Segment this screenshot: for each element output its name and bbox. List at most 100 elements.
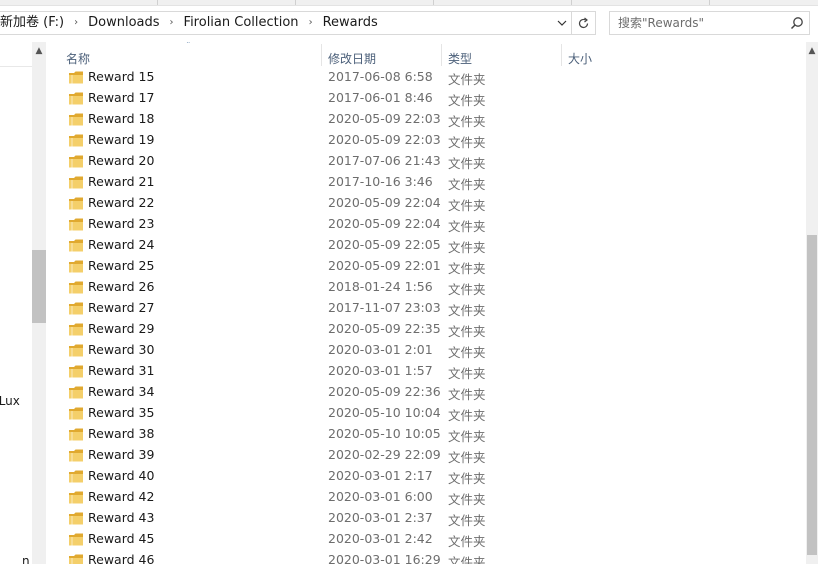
file-row[interactable]: Reward 22 2020-05-09 22:04 文件夹 xyxy=(46,193,806,214)
file-type: 文件夹 xyxy=(448,345,486,360)
navigation-scrollbar[interactable]: ▲ xyxy=(32,42,46,564)
file-type: 文件夹 xyxy=(448,450,486,465)
file-name: Reward 43 xyxy=(88,510,155,525)
search-icon[interactable] xyxy=(790,16,804,30)
file-name: Reward 46 xyxy=(88,552,155,564)
folder-icon xyxy=(69,449,83,462)
nav-item-lux[interactable]: tLux xyxy=(0,394,20,408)
file-row[interactable]: Reward 17 2017-06-01 8:46 文件夹 xyxy=(46,88,806,109)
file-row[interactable]: Reward 38 2020-05-10 10:05 文件夹 xyxy=(46,424,806,445)
column-divider[interactable] xyxy=(321,44,322,66)
file-name: Reward 19 xyxy=(88,132,155,147)
folder-icon xyxy=(69,197,83,210)
file-row[interactable]: Reward 27 2017-11-07 23:03 文件夹 xyxy=(46,298,806,319)
column-header-name[interactable]: 名称 xyxy=(66,50,90,67)
file-row[interactable]: Reward 35 2020-05-10 10:04 文件夹 xyxy=(46,403,806,424)
breadcrumb-rewards[interactable]: Rewards xyxy=(319,12,382,34)
folder-icon xyxy=(69,491,83,504)
file-row[interactable]: Reward 21 2017-10-16 3:46 文件夹 xyxy=(46,172,806,193)
nav-item-bottom[interactable]: n xyxy=(22,554,30,564)
file-type: 文件夹 xyxy=(448,492,486,507)
scrollbar-thumb[interactable] xyxy=(807,235,817,555)
folder-icon xyxy=(69,281,83,294)
nav-item-partial[interactable] xyxy=(0,56,32,67)
file-row[interactable]: Reward 34 2020-05-09 22:36 文件夹 xyxy=(46,382,806,403)
folder-icon xyxy=(69,71,83,84)
file-row[interactable]: Reward 40 2020-03-01 2:17 文件夹 xyxy=(46,466,806,487)
file-row[interactable]: Reward 25 2020-05-09 22:01 文件夹 xyxy=(46,256,806,277)
file-type: 文件夹 xyxy=(448,198,486,213)
search-box[interactable] xyxy=(609,11,810,35)
scroll-up-arrow-icon[interactable]: ▲ xyxy=(807,46,817,56)
tab-separator xyxy=(295,0,296,5)
column-header-size[interactable]: 大小 xyxy=(568,50,592,67)
folder-icon xyxy=(69,554,83,564)
column-header-date[interactable]: 修改日期 xyxy=(328,50,376,67)
chevron-right-icon[interactable]: › xyxy=(164,12,180,34)
file-name: Reward 31 xyxy=(88,363,155,378)
file-row[interactable]: Reward 31 2020-03-01 1:57 文件夹 xyxy=(46,361,806,382)
file-row[interactable]: Reward 24 2020-05-09 22:05 文件夹 xyxy=(46,235,806,256)
address-bar[interactable]: 新加卷 (F:) › Downloads › Firolian Collecti… xyxy=(0,11,572,35)
file-modified-date: 2020-03-01 2:01 xyxy=(328,342,433,357)
file-row[interactable]: Reward 46 2020-03-01 16:29 文件夹 xyxy=(46,550,806,564)
column-divider[interactable] xyxy=(561,44,562,66)
file-type: 文件夹 xyxy=(448,324,486,339)
file-name: Reward 39 xyxy=(88,447,155,462)
chevron-right-icon[interactable]: › xyxy=(303,12,319,34)
file-name: Reward 26 xyxy=(88,279,155,294)
file-row[interactable]: Reward 39 2020-02-29 22:09 文件夹 xyxy=(46,445,806,466)
file-type: 文件夹 xyxy=(448,366,486,381)
file-type: 文件夹 xyxy=(448,303,486,318)
file-row[interactable]: Reward 26 2018-01-24 1:56 文件夹 xyxy=(46,277,806,298)
file-type: 文件夹 xyxy=(448,135,486,150)
file-name: Reward 24 xyxy=(88,237,155,252)
file-name: Reward 42 xyxy=(88,489,155,504)
column-divider[interactable] xyxy=(441,44,442,66)
breadcrumb-drive[interactable]: 新加卷 (F:) xyxy=(0,12,68,34)
file-type: 文件夹 xyxy=(448,93,486,108)
file-row[interactable]: Reward 45 2020-03-01 2:42 文件夹 xyxy=(46,529,806,550)
folder-icon xyxy=(69,155,83,168)
column-header-type[interactable]: 类型 xyxy=(448,50,472,67)
tab-separator xyxy=(709,0,710,5)
file-modified-date: 2017-11-07 23:03 xyxy=(328,300,441,315)
sort-ascending-icon: ˄ xyxy=(186,42,191,51)
breadcrumb-firolian-collection[interactable]: Firolian Collection xyxy=(180,12,303,34)
scroll-up-arrow-icon[interactable]: ▲ xyxy=(34,46,44,56)
file-row[interactable]: Reward 29 2020-05-09 22:35 文件夹 xyxy=(46,319,806,340)
file-modified-date: 2020-03-01 2:17 xyxy=(328,468,433,483)
file-type: 文件夹 xyxy=(448,534,486,549)
chevron-right-icon[interactable]: › xyxy=(68,12,84,34)
file-row[interactable]: Reward 42 2020-03-01 6:00 文件夹 xyxy=(46,487,806,508)
file-row[interactable]: Reward 20 2017-07-06 21:43 文件夹 xyxy=(46,151,806,172)
breadcrumb-downloads[interactable]: Downloads xyxy=(84,12,163,34)
file-modified-date: 2017-06-01 8:46 xyxy=(328,90,433,105)
file-type: 文件夹 xyxy=(448,72,486,87)
folder-icon xyxy=(69,113,83,126)
file-row[interactable]: Reward 43 2020-03-01 2:37 文件夹 xyxy=(46,508,806,529)
file-row[interactable]: Reward 15 2017-06-08 6:58 文件夹 xyxy=(46,67,806,88)
address-dropdown-button[interactable] xyxy=(553,12,571,34)
tab-separator xyxy=(433,0,434,5)
file-modified-date: 2020-05-10 10:05 xyxy=(328,426,441,441)
scrollbar-thumb[interactable] xyxy=(32,250,46,323)
file-modified-date: 2020-03-01 16:29 xyxy=(328,552,441,564)
refresh-icon xyxy=(578,17,589,28)
file-list-scrollbar[interactable]: ▲ xyxy=(806,42,818,564)
file-name: Reward 34 xyxy=(88,384,155,399)
refresh-button[interactable] xyxy=(572,11,596,35)
file-type: 文件夹 xyxy=(448,387,486,402)
file-name: Reward 21 xyxy=(88,174,155,189)
file-modified-date: 2020-03-01 1:57 xyxy=(328,363,433,378)
file-row[interactable]: Reward 30 2020-03-01 2:01 文件夹 xyxy=(46,340,806,361)
file-name: Reward 29 xyxy=(88,321,155,336)
file-row[interactable]: Reward 19 2020-05-09 22:03 文件夹 xyxy=(46,130,806,151)
file-modified-date: 2020-05-09 22:01 xyxy=(328,258,441,273)
folder-icon xyxy=(69,512,83,525)
file-type: 文件夹 xyxy=(448,177,486,192)
folder-icon xyxy=(69,533,83,546)
file-row[interactable]: Reward 18 2020-05-09 22:03 文件夹 xyxy=(46,109,806,130)
file-row[interactable]: Reward 23 2020-05-09 22:04 文件夹 xyxy=(46,214,806,235)
search-input[interactable] xyxy=(618,14,788,32)
